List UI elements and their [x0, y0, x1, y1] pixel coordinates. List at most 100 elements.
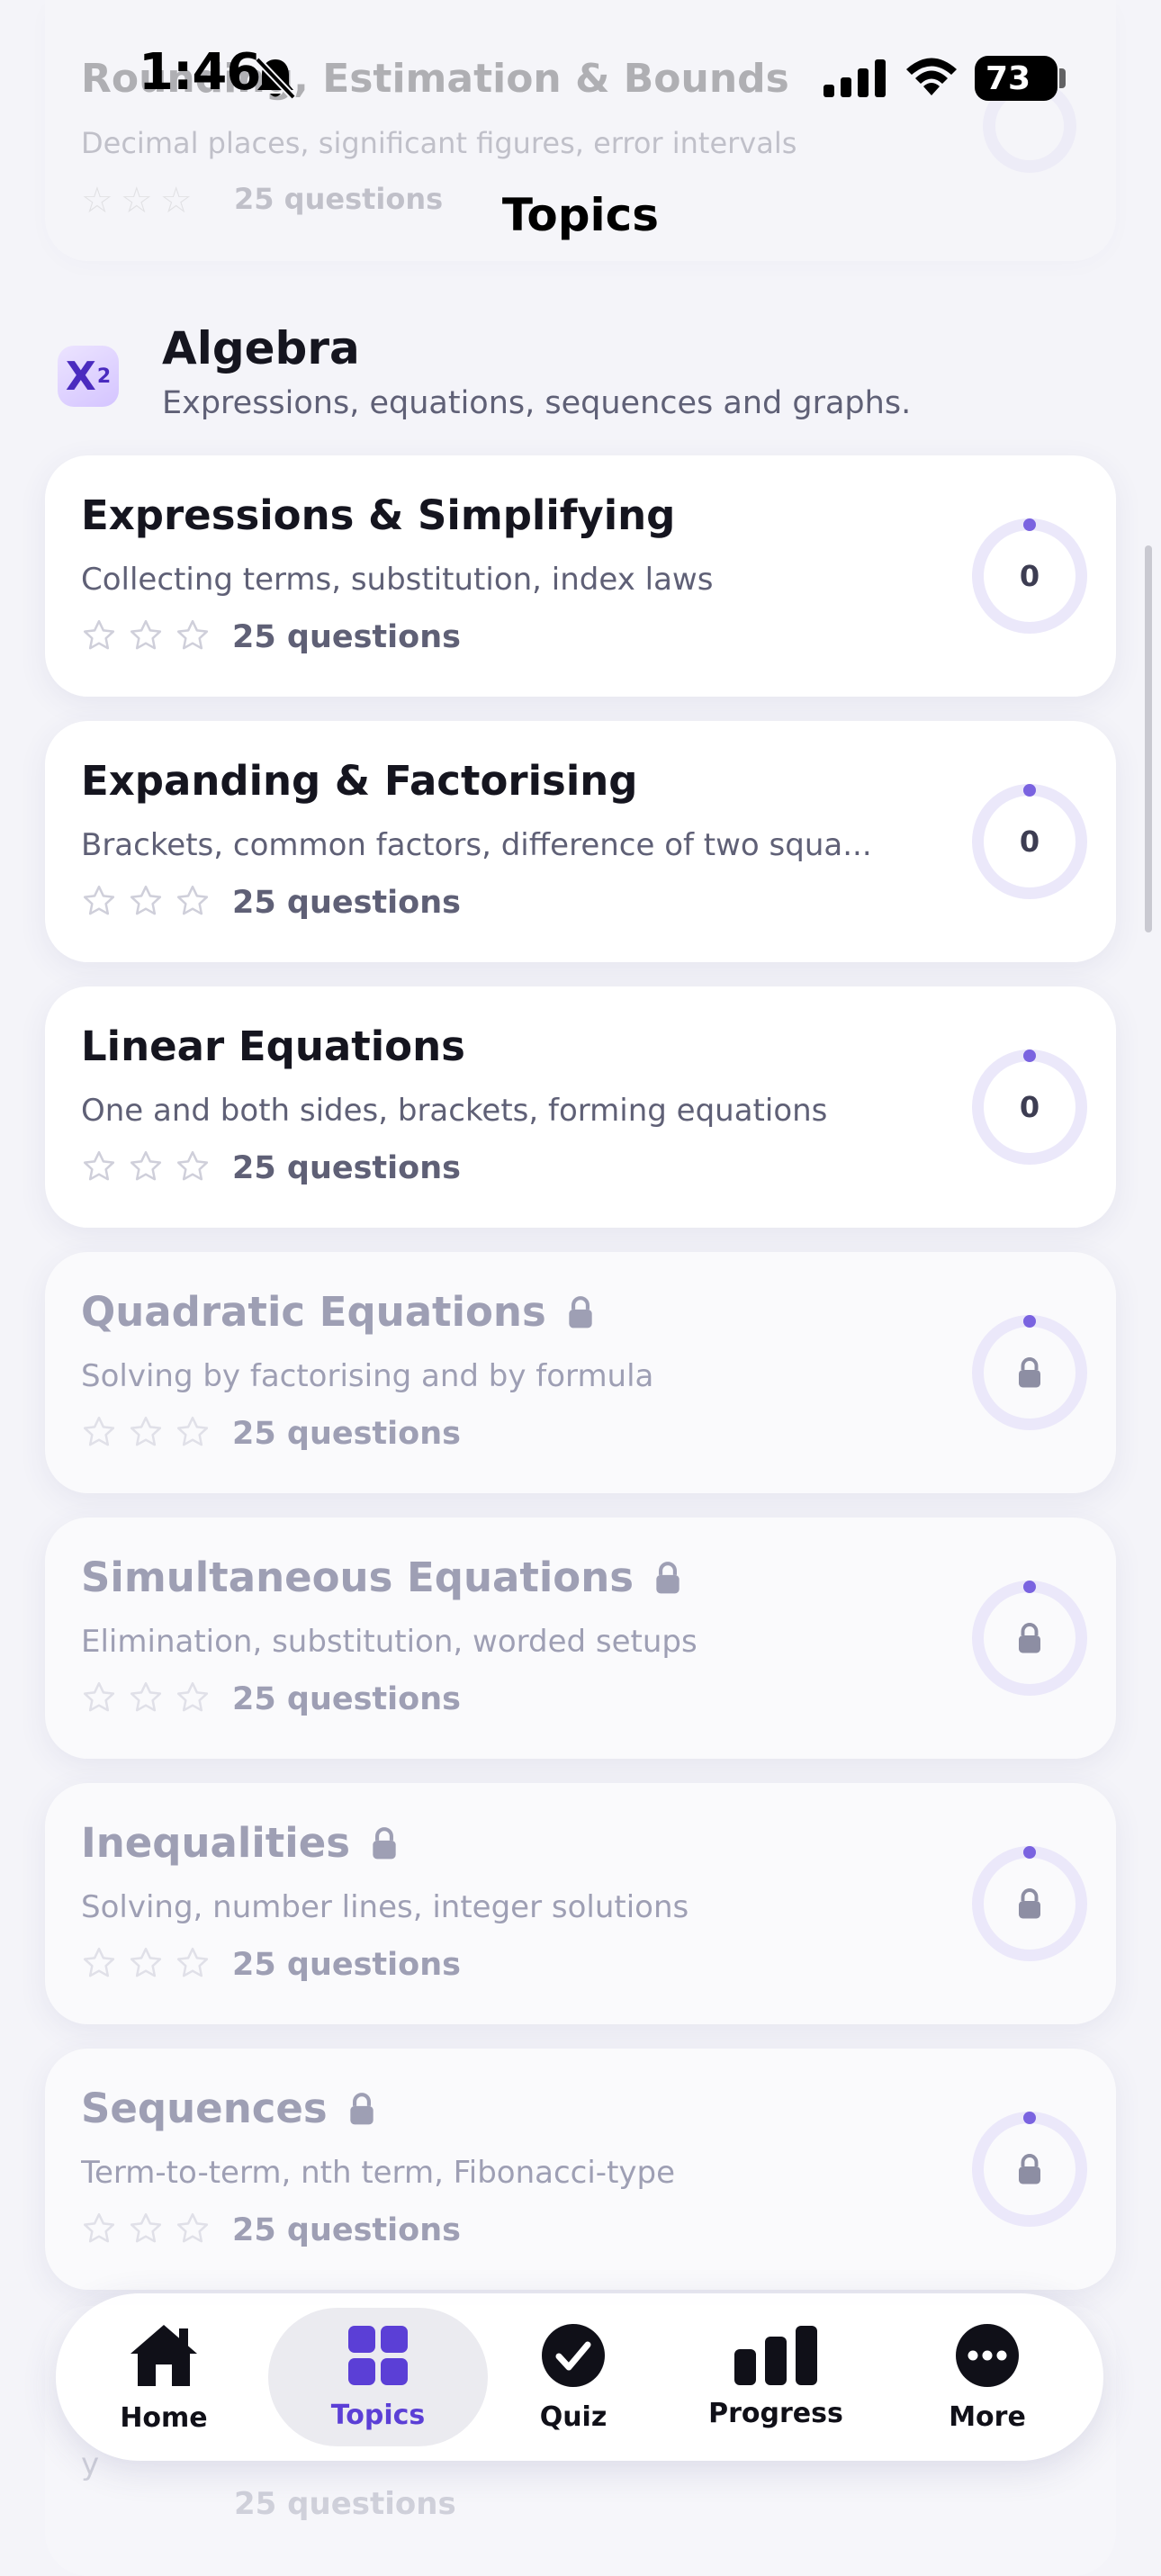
section-title: Algebra: [162, 322, 360, 374]
tab-quiz-label: Quiz: [539, 2400, 608, 2433]
topic-description: Brackets, common factors, difference of …: [81, 827, 872, 863]
question-count: 25 questions: [232, 1681, 461, 1717]
tab-more[interactable]: More: [920, 2293, 1055, 2461]
ellipsis-circle-icon: [956, 2323, 1019, 2387]
next-topic-question-count: 25 questions: [234, 2486, 456, 2522]
lock-icon: [370, 1826, 399, 1860]
topic-title-row: Quadratic Equations: [81, 1288, 595, 1336]
progress-ring: [972, 2112, 1087, 2227]
wifi-icon: [906, 58, 957, 95]
star-icon: [130, 2212, 162, 2243]
star-icon: [130, 1947, 162, 1977]
topic-description: Collecting terms, substitution, index la…: [81, 562, 714, 598]
topic-description: Solving by factorising and by formula: [81, 1358, 654, 1394]
topic-card-simultaneous-equations[interactable]: Simultaneous Equations Elimination, subs…: [45, 1518, 1116, 1759]
star-rating: [81, 1680, 211, 1716]
star-rating: [81, 1414, 211, 1450]
star-rating: [81, 617, 211, 653]
progress-dot: [1023, 2112, 1036, 2124]
question-count: 25 questions: [232, 1947, 461, 1983]
topic-title: Expressions & Simplifying: [81, 491, 676, 539]
tab-home-label: Home: [120, 2401, 208, 2434]
battery-indicator: 73: [975, 56, 1058, 101]
tab-bar: Home Topics Quiz Progress More: [56, 2293, 1103, 2461]
lock-icon: [653, 1561, 682, 1595]
topic-description: Term-to-term, nth term, Fibonacci-type: [81, 2155, 676, 2191]
star-icon: [130, 619, 162, 650]
lock-icon: [566, 1295, 595, 1329]
question-count: 25 questions: [232, 885, 461, 921]
question-count: 25 questions: [232, 1150, 461, 1186]
topic-title-row: Simultaneous Equations: [81, 1554, 682, 1601]
lock-icon: [1019, 2154, 1040, 2184]
previous-topic-description: Decimal places, significant figures, err…: [81, 126, 797, 160]
topic-title: Expanding & Factorising: [81, 757, 638, 805]
lock-icon: [1019, 1623, 1040, 1653]
tab-topics[interactable]: Topics: [288, 2293, 468, 2461]
topic-card-expressions-simplifying[interactable]: Expressions & Simplifying Collecting ter…: [45, 455, 1116, 697]
topic-card-inequalities[interactable]: Inequalities Solving, number lines, inte…: [45, 1783, 1116, 2024]
star-icon: [130, 1150, 162, 1181]
tab-quiz[interactable]: Quiz: [506, 2293, 641, 2461]
star-icon: [83, 1150, 115, 1181]
progress-dot: [1023, 1846, 1036, 1859]
star-icon: [176, 885, 209, 915]
bell-off-icon: [255, 57, 296, 100]
algebra-icon: X2: [58, 346, 119, 407]
lock-icon: [1019, 1357, 1040, 1388]
progress-ring: [972, 1581, 1087, 1696]
progress-ring: 0: [972, 784, 1087, 899]
scroll-indicator[interactable]: [1145, 545, 1152, 932]
topic-card-linear-equations[interactable]: Linear Equations One and both sides, bra…: [45, 986, 1116, 1228]
section-subtitle: Expressions, equations, sequences and gr…: [162, 385, 912, 421]
status-time: 1:46: [139, 43, 261, 102]
star-icon: [176, 619, 209, 650]
star-icon: [176, 1681, 209, 1712]
question-count: 25 questions: [232, 2212, 461, 2248]
topic-title: Linear Equations: [81, 1022, 465, 1070]
star-rating: [81, 1148, 211, 1184]
progress-ring: 0: [972, 518, 1087, 634]
topic-description: Solving, number lines, integer solutions: [81, 1889, 689, 1925]
lock-icon: [347, 2092, 376, 2126]
topic-description: Elimination, substitution, worded setups: [81, 1624, 698, 1660]
star-icon: [83, 1416, 115, 1446]
tab-home[interactable]: Home: [92, 2293, 236, 2461]
progress-ring: [972, 1315, 1087, 1430]
algebra-icon-letter: X: [65, 353, 96, 400]
topic-title: Inequalities: [81, 1819, 351, 1867]
tab-progress[interactable]: Progress: [686, 2293, 866, 2461]
page-title: Topics: [501, 189, 660, 241]
progress-dot: [1023, 518, 1036, 531]
topic-card-sequences[interactable]: Sequences Term-to-term, nth term, Fibona…: [45, 2049, 1116, 2290]
star-icon: [130, 1416, 162, 1446]
topic-description: One and both sides, brackets, forming eq…: [81, 1093, 828, 1129]
star-icon: [83, 2212, 115, 2243]
topic-title: Sequences: [81, 2085, 328, 2132]
star-icon: [130, 1681, 162, 1712]
star-icon: [83, 1681, 115, 1712]
tab-more-label: More: [949, 2400, 1026, 2433]
star-icon: [83, 619, 115, 650]
star-icon: [130, 885, 162, 915]
topic-title-row: Inequalities: [81, 1819, 399, 1867]
progress-dot: [1023, 784, 1036, 797]
topic-title: Simultaneous Equations: [81, 1554, 634, 1601]
progress-value: 0: [1019, 824, 1040, 859]
lock-icon: [1019, 1888, 1040, 1919]
algebra-icon-exponent: 2: [96, 365, 112, 388]
star-icon: [176, 1416, 209, 1446]
progress-value: 0: [1019, 559, 1040, 593]
star-icon: [83, 1947, 115, 1977]
progress-value: 0: [1019, 1090, 1040, 1124]
progress-dot: [1023, 1049, 1036, 1062]
star-icon: [176, 1947, 209, 1977]
grid-icon: [348, 2325, 408, 2385]
topic-title: Quadratic Equations: [81, 1288, 546, 1336]
topic-card-quadratic-equations[interactable]: Quadratic Equations Solving by factorisi…: [45, 1252, 1116, 1493]
question-count: 25 questions: [232, 1416, 461, 1452]
progress-ring: [972, 1846, 1087, 1961]
topic-card-expanding-factorising[interactable]: Expanding & Factorising Brackets, common…: [45, 721, 1116, 962]
star-icon: [176, 1150, 209, 1181]
bar-chart-icon: [734, 2325, 817, 2385]
